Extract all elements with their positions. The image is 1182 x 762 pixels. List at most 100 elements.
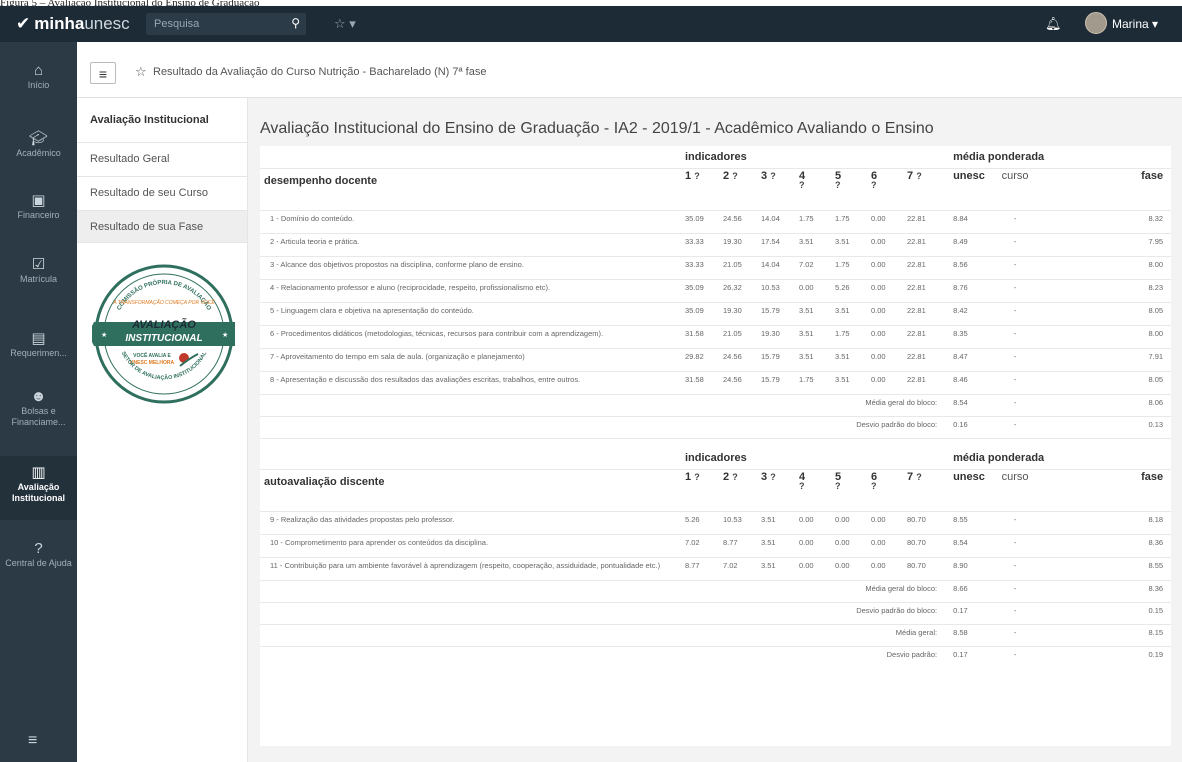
help-circle-icon[interactable]: ? — [770, 171, 776, 181]
indicator-value: 35.09 — [681, 302, 719, 326]
weighted-value: 8.00 — [1039, 325, 1172, 349]
weighted-value: 8.55 — [1039, 557, 1172, 581]
graduation-cap-icon: 🎓︎ — [28, 130, 49, 147]
weighted-value: - — [991, 557, 1040, 581]
favorite-star-icon[interactable]: ☆ — [135, 64, 147, 80]
indicator-col-4: 4? — [795, 469, 831, 512]
results-table: indicadores média ponderada desempenho doc… — [260, 146, 1172, 668]
help-circle-icon[interactable]: ? — [770, 472, 776, 482]
summary-value: 8.36 — [1039, 580, 1172, 603]
help-circle-icon[interactable]: ? — [835, 180, 841, 190]
table-row: 11 - Contribuição para um ambiente favor… — [260, 557, 1172, 581]
subnav-resultado-geral[interactable]: Resultado Geral — [77, 142, 247, 175]
indicator-value: 8.77 — [719, 534, 757, 558]
indicator-value: 21.05 — [719, 325, 757, 349]
indicator-value: 22.81 — [903, 279, 942, 303]
search-icon[interactable]: ⚲ — [291, 16, 300, 30]
criterion-label: 8 - Apresentação e discussão dos resulta… — [260, 371, 681, 395]
indicator-value: 3.51 — [795, 302, 831, 326]
indicator-value: 0.00 — [867, 371, 903, 395]
indicator-value: 31.58 — [681, 325, 719, 349]
weighted-value: - — [991, 279, 1040, 303]
avaliacao-institucional-seal: COMISSÃO PRÓPRIA DE AVALIAÇÃO ★ ★ A TRAN… — [92, 264, 235, 404]
nav-item-financeiro[interactable]: ▣ Financeiro — [0, 192, 77, 221]
nav-item-avaliacao[interactable]: ▥ Avaliação Institucional — [0, 456, 77, 520]
nav-item-matricula[interactable]: ☑ Matrícula — [0, 256, 77, 285]
help-circle-icon[interactable]: ? — [799, 180, 805, 190]
help-circle-icon[interactable]: ? — [916, 171, 922, 181]
indicator-value: 0.00 — [831, 511, 867, 535]
top-bar: ✔minhaunesc ⚲ ☆ ▾ 🔔︎ Marina ▾ — [0, 6, 1182, 42]
help-circle-icon[interactable]: ? — [871, 180, 877, 190]
indicator-value: 0.00 — [867, 233, 903, 257]
summary-value: - — [991, 416, 1040, 439]
bell-icon[interactable]: 🔔︎ — [1045, 16, 1062, 32]
indicator-value: 24.56 — [719, 348, 757, 372]
collapse-menu-icon[interactable]: ≡ — [28, 732, 37, 750]
indicator-value: 5.26 — [831, 279, 867, 303]
summary-value: 8.66 — [941, 580, 992, 603]
weighted-value: 7.91 — [1039, 348, 1172, 372]
indicator-value: 3.51 — [757, 511, 795, 535]
indicator-value: 10.53 — [757, 279, 795, 303]
summary-row: Desvio padrão do bloco: 0.16-0.13 — [260, 416, 1172, 439]
help-circle-icon[interactable]: ? — [732, 472, 738, 482]
criterion-label: 2 - Articula teoria e prática. — [260, 233, 681, 257]
indicator-value: 3.51 — [831, 302, 867, 326]
block-title: desempenho docente — [260, 168, 681, 211]
indicator-value: 22.81 — [903, 371, 942, 395]
weighted-value: 8.90 — [941, 557, 992, 581]
help-circle-icon[interactable]: ? — [871, 481, 877, 491]
summary-value: 0.19 — [1039, 646, 1172, 668]
summary-row: Média geral: 8.58-8.15 — [260, 624, 1172, 647]
criterion-label: 6 - Procedimentos didáticos (metodologia… — [260, 325, 681, 349]
help-circle-icon[interactable]: ? — [799, 481, 805, 491]
indicator-value: 0.00 — [867, 279, 903, 303]
weighted-value: - — [991, 511, 1040, 535]
weighted-value: 8.49 — [941, 233, 992, 257]
menu-toggle-button[interactable]: ≡ — [90, 62, 116, 84]
help-icon: ? — [34, 540, 43, 557]
star-icon: ☆ — [334, 16, 346, 31]
indicator-number: 3 — [761, 471, 768, 483]
nav-item-bolsas[interactable]: ☻ Bolsas e Financiame... — [0, 388, 77, 428]
table-row: 7 - Aproveitamento do tempo em sala de a… — [260, 348, 1172, 372]
indicator-number: 7 — [907, 471, 914, 483]
chevron-down-icon: ▾ — [349, 16, 356, 31]
help-circle-icon[interactable]: ? — [835, 481, 841, 491]
weighted-value: 8.18 — [1039, 511, 1172, 535]
nav-label: Matrícula — [19, 274, 57, 284]
help-circle-icon[interactable]: ? — [916, 472, 922, 482]
indicator-value: 1.75 — [831, 325, 867, 349]
summary-value: - — [991, 646, 1040, 668]
summary-label: Desvio padrão: — [260, 646, 942, 668]
weighted-value: 8.56 — [941, 256, 992, 280]
subnav-resultado-fase[interactable]: Resultado de sua Fase — [77, 210, 247, 243]
indicator-value: 15.79 — [757, 302, 795, 326]
users-icon: ☻ — [30, 388, 47, 405]
nav-label: Financeiro — [17, 210, 60, 220]
indicator-col-5: 5? — [831, 168, 867, 211]
criterion-label: 1 - Domínio do conteúdo. — [260, 210, 681, 234]
svg-text:★: ★ — [101, 331, 107, 339]
summary-value: 0.15 — [1039, 602, 1172, 625]
favorites-menu[interactable]: ☆ ▾ — [334, 16, 356, 32]
nav-item-ajuda[interactable]: ? Central de Ajuda — [0, 540, 77, 569]
summary-label: Média geral do bloco: — [260, 394, 942, 417]
help-circle-icon[interactable]: ? — [694, 171, 700, 181]
nav-item-inicio[interactable]: ⌂ Início — [0, 62, 77, 91]
help-circle-icon[interactable]: ? — [694, 472, 700, 482]
indicator-value: 24.56 — [719, 210, 757, 234]
help-circle-icon[interactable]: ? — [732, 171, 738, 181]
indicator-value: 3.51 — [757, 557, 795, 581]
subnav-resultado-curso[interactable]: Resultado de seu Curso — [77, 176, 247, 209]
header-blank — [260, 447, 681, 470]
indicator-value: 24.56 — [719, 371, 757, 395]
indicator-value: 31.58 — [681, 371, 719, 395]
svg-text:★: ★ — [222, 331, 228, 339]
brand-logo[interactable]: ✔ minhaunesc — [16, 14, 130, 34]
search-input[interactable] — [146, 13, 274, 35]
nav-item-requerimentos[interactable]: ▤ Requerimen... — [0, 330, 77, 359]
nav-item-academico[interactable]: 🎓︎ Acadêmico — [0, 130, 77, 159]
summary-value: 8.54 — [941, 394, 992, 417]
